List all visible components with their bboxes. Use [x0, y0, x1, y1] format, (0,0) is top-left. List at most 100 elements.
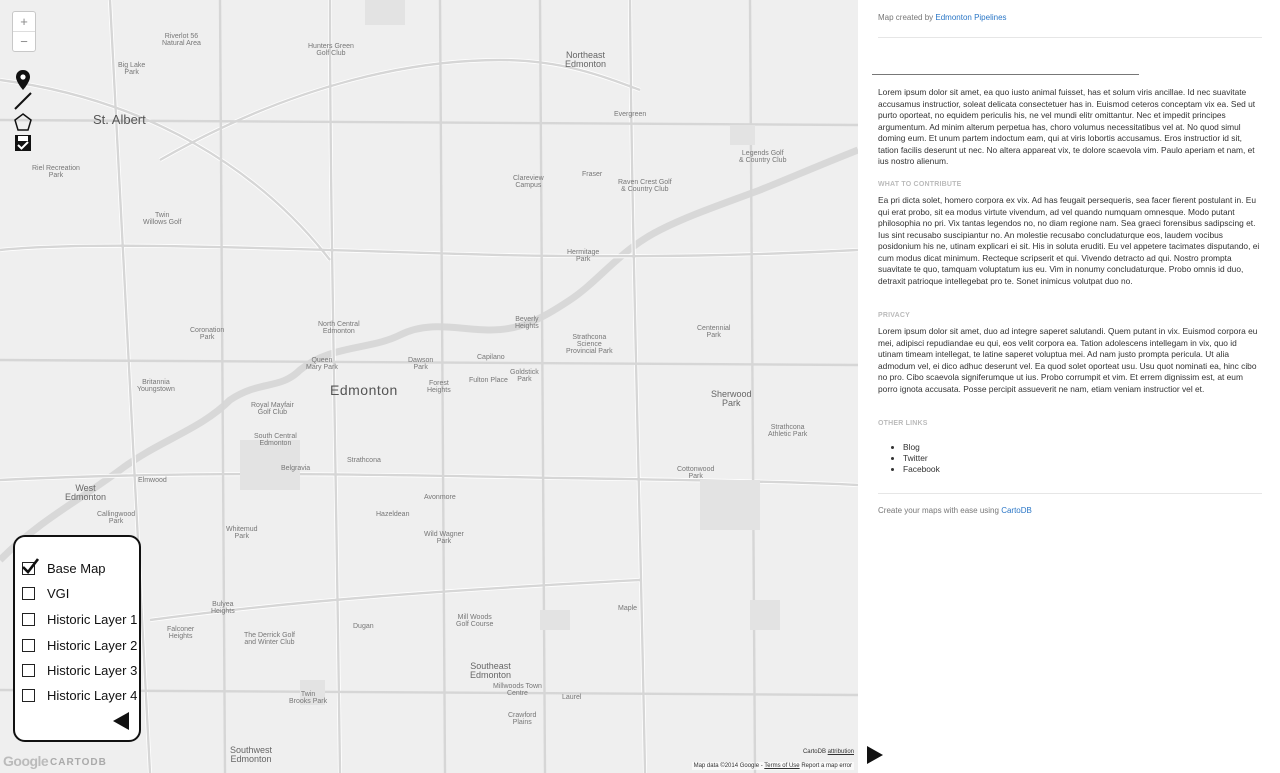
- map-place-label: Bulyea Heights: [211, 601, 235, 615]
- map-place-label: Sherwood Park: [711, 389, 752, 408]
- map-place-label: South Central Edmonton: [254, 433, 297, 447]
- save-tool-button[interactable]: [12, 133, 34, 153]
- attribution-link[interactable]: attribution: [828, 749, 854, 755]
- map-place-label: Whitemud Park: [226, 526, 258, 540]
- line-tool-button[interactable]: [12, 91, 34, 111]
- checkbox-checked-icon[interactable]: [22, 557, 39, 575]
- triangle-right-icon: [867, 746, 883, 764]
- layer-label: Historic Layer 4: [47, 687, 138, 703]
- map-place-label: North Central Edmonton: [318, 321, 360, 335]
- edmonton-pipelines-link[interactable]: Edmonton Pipelines: [935, 13, 1006, 22]
- zoom-out-button[interactable]: −: [13, 31, 35, 51]
- map-data-bar: Map data ©2014 Google - Terms of Use Rep…: [691, 762, 854, 770]
- facebook-link[interactable]: Facebook: [903, 464, 940, 475]
- layer-label: Base Map: [47, 560, 106, 576]
- map-place-label: Maple: [618, 605, 638, 612]
- map-place-label: Fraser: [582, 171, 603, 178]
- cartodb-link[interactable]: CartoDB: [1001, 506, 1032, 515]
- map-place-label: Belgravia: [281, 465, 311, 472]
- intro-paragraph: Lorem ipsum dolor sit amet, ea quo iusto…: [878, 87, 1256, 166]
- map-place-label: Beverly Heights: [515, 316, 539, 330]
- map-place-label: Edmonton: [330, 382, 398, 398]
- divider: [878, 37, 1262, 38]
- layer-toggle[interactable]: Historic Layer 4: [22, 687, 137, 703]
- blog-link[interactable]: Blog: [903, 442, 940, 453]
- map-place-label: Hunters Green Golf Club: [308, 43, 354, 57]
- footer-prefix: Create your maps with ease using: [878, 506, 999, 515]
- other-links-heading: OTHER LINKS: [878, 420, 928, 427]
- draw-toolbar: [12, 70, 34, 154]
- map-place-label: Avonmore: [424, 494, 456, 501]
- map-place-label: Mill Woods Golf Course: [456, 614, 494, 628]
- layer-label: Historic Layer 3: [47, 662, 138, 678]
- save-icon: [15, 135, 31, 151]
- map-pin-icon: [16, 70, 30, 90]
- terms-of-use-link[interactable]: Terms of Use: [764, 763, 799, 769]
- map-place-label: Coronation Park: [190, 327, 225, 341]
- map-place-label: Dawson Park: [408, 357, 434, 371]
- zoom-control: + −: [12, 11, 36, 52]
- google-logo: Google: [3, 753, 49, 769]
- zoom-in-button[interactable]: +: [13, 12, 35, 31]
- map-place-label: Dugan: [353, 623, 374, 630]
- map-place-label: Laurel: [562, 694, 582, 701]
- map-place-label: Northeast Edmonton: [565, 50, 607, 69]
- map-place-label: Strathcona Science Provincial Park: [566, 334, 613, 355]
- map-place-label: Capilano: [477, 354, 505, 361]
- map-place-label: Callingwood Park: [97, 511, 136, 525]
- checkbox-icon[interactable]: [22, 688, 35, 702]
- collapse-layers-button[interactable]: [112, 711, 130, 736]
- map-place-label: Strathcona Athletic Park: [768, 424, 808, 438]
- map-place-label: Clareview Campus: [513, 175, 544, 189]
- map-place-label: Millwoods Town Centre: [493, 683, 542, 697]
- checkbox-icon[interactable]: [22, 663, 35, 677]
- expand-panel-button[interactable]: [866, 745, 884, 770]
- map-place-label: The Derrick Golf and Winter Club: [244, 632, 295, 646]
- layer-toggle[interactable]: Historic Layer 2: [22, 637, 137, 653]
- contribute-paragraph: Ea pri dicta solet, homero corpora ex vi…: [878, 195, 1260, 286]
- map-place-label: Wild Wagner Park: [424, 531, 464, 545]
- checkbox-icon[interactable]: [22, 612, 35, 626]
- layer-toggle[interactable]: Base Map: [22, 557, 106, 576]
- map-place-label: Hazeldean: [376, 511, 410, 518]
- layer-toggle[interactable]: Historic Layer 3: [22, 662, 137, 678]
- map-place-label: Riel Recreation Park: [32, 165, 80, 179]
- map-place-label: Southwest Edmonton: [230, 745, 273, 764]
- layer-label: Historic Layer 1: [47, 611, 138, 627]
- map-place-label: Falconer Heights: [167, 626, 195, 640]
- map-place-label: Twin Willows Golf: [143, 212, 182, 226]
- map-place-label: Elmwood: [138, 477, 167, 484]
- triangle-left-icon: [113, 712, 129, 730]
- map-place-label: Crawford Plains: [508, 712, 537, 726]
- divider: [872, 74, 1139, 75]
- map-place-label: Twin Brooks Park: [289, 691, 328, 705]
- marker-tool-button[interactable]: [12, 70, 34, 90]
- map-credit: Map created by Edmonton Pipelines: [878, 13, 1007, 22]
- checkbox-icon[interactable]: [22, 586, 35, 600]
- polygon-tool-button[interactable]: [12, 112, 34, 132]
- map-place-label: Strathcona: [347, 457, 381, 464]
- layer-label: VGI: [47, 585, 70, 601]
- map-place-label: Big Lake Park: [118, 62, 146, 76]
- map-place-label: Royal Mayfair Golf Club: [251, 402, 294, 416]
- report-map-error-link[interactable]: Report a map error: [801, 763, 852, 769]
- line-icon: [14, 92, 32, 110]
- contribute-heading: WHAT TO CONTRIBUTE: [878, 181, 962, 188]
- cartodb-logo: CARTODB: [50, 757, 107, 768]
- map-canvas[interactable]: Edmonton St. Albert Northeast Edmonton West…: [0, 0, 858, 773]
- map-place-label: Centennial Park: [697, 325, 731, 339]
- map-place-label: Queen Mary Park: [306, 357, 338, 371]
- checkbox-icon[interactable]: [22, 638, 35, 652]
- map-place-label: Southeast Edmonton: [470, 661, 512, 680]
- cartodb-attribution: CartoDB attribution: [803, 749, 854, 755]
- privacy-paragraph: Lorem ipsum dolor sit amet, duo ad integ…: [878, 326, 1258, 394]
- map-place-label: Hermitage Park: [567, 249, 600, 263]
- layer-toggle[interactable]: VGI: [22, 585, 69, 601]
- attribution-prefix: CartoDB: [802, 749, 826, 755]
- map-place-label: Legends Golf & Country Club: [739, 150, 787, 164]
- map-place-label: Goldstick Park: [510, 369, 539, 383]
- layer-toggle[interactable]: Historic Layer 1: [22, 611, 137, 627]
- map-place-label: St. Albert: [93, 112, 146, 127]
- twitter-link[interactable]: Twitter: [903, 453, 940, 464]
- map-place-label: Cottonwood Park: [677, 466, 715, 480]
